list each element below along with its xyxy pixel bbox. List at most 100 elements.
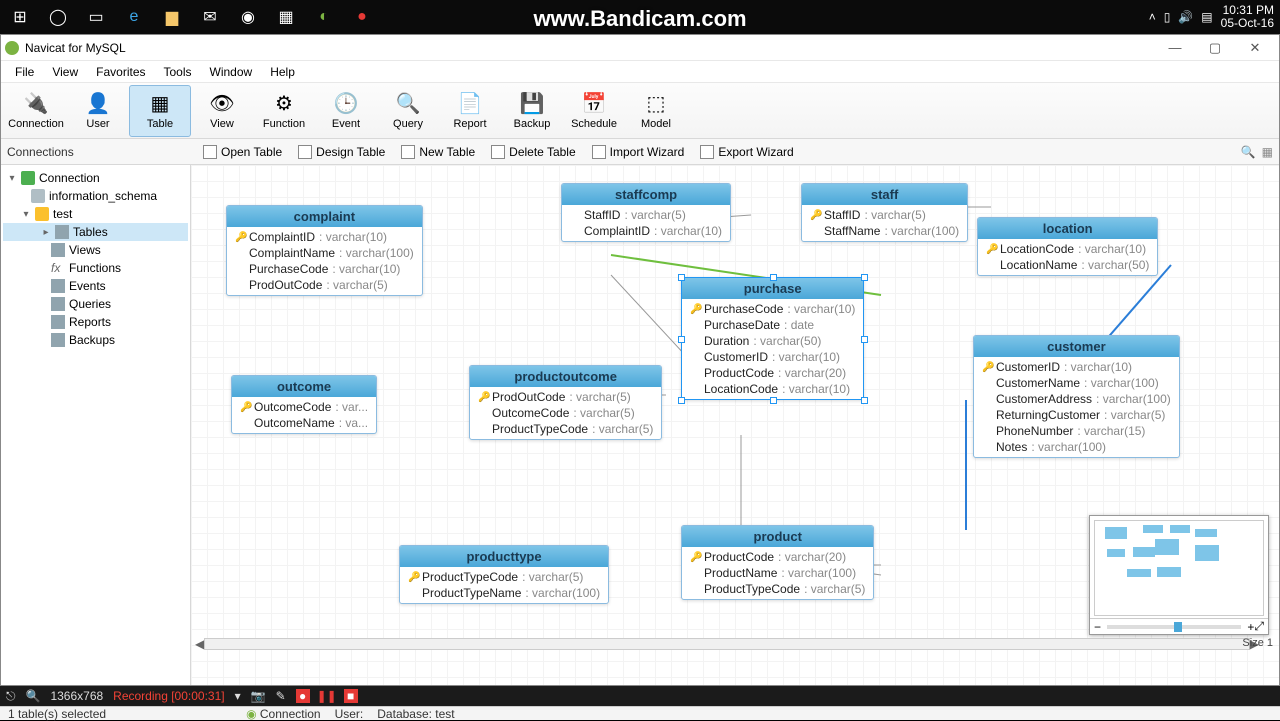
toolbar-backup[interactable]: 💾Backup bbox=[501, 85, 563, 137]
field-row[interactable]: LocationName : varchar(50) bbox=[978, 257, 1157, 273]
subtoolbar-import-wizard[interactable]: Import Wizard bbox=[584, 143, 693, 161]
subtoolbar-delete-table[interactable]: Delete Table bbox=[483, 143, 584, 161]
tree-queries[interactable]: Queries bbox=[3, 295, 188, 313]
field-row[interactable]: 🔑ComplaintID : varchar(10) bbox=[227, 229, 422, 245]
entity-header[interactable]: outcome bbox=[232, 376, 376, 397]
subtoolbar-new-table[interactable]: New Table bbox=[393, 143, 483, 161]
menu-tools[interactable]: Tools bbox=[156, 63, 200, 81]
selection-handle[interactable] bbox=[861, 336, 868, 343]
tree-backups[interactable]: Backups bbox=[3, 331, 188, 349]
mail-icon[interactable]: ✉ bbox=[196, 3, 224, 31]
entity-header[interactable]: staff bbox=[802, 184, 967, 205]
entity-customer[interactable]: customer🔑CustomerID : varchar(10)Custome… bbox=[973, 335, 1180, 458]
subtoolbar-open-table[interactable]: Open Table bbox=[195, 143, 290, 161]
field-row[interactable]: ProdOutCode : varchar(5) bbox=[227, 277, 422, 293]
tree-tables[interactable]: ▸Tables bbox=[3, 223, 188, 241]
hscrollbar[interactable]: ◀▶ bbox=[195, 637, 1259, 651]
minimap-expand-icon[interactable]: ⤢ bbox=[1254, 619, 1264, 634]
toolbar-event[interactable]: 🕒Event bbox=[315, 85, 377, 137]
zoom-out-icon[interactable]: − bbox=[1094, 620, 1101, 634]
menu-help[interactable]: Help bbox=[262, 63, 303, 81]
field-row[interactable]: 🔑ProductTypeCode : varchar(5) bbox=[400, 569, 608, 585]
toolbar-user[interactable]: 👤User bbox=[67, 85, 129, 137]
field-row[interactable]: 🔑PurchaseCode : varchar(10) bbox=[682, 301, 863, 317]
field-row[interactable]: StaffID : varchar(5) bbox=[562, 207, 730, 223]
edge-icon[interactable]: e bbox=[120, 3, 148, 31]
field-row[interactable]: ProductTypeCode : varchar(5) bbox=[470, 421, 661, 437]
minimize-button[interactable]: — bbox=[1155, 37, 1195, 59]
explorer-icon[interactable]: ▆ bbox=[158, 3, 186, 31]
zoom-slider[interactable] bbox=[1107, 625, 1241, 629]
selection-handle[interactable] bbox=[770, 274, 777, 281]
menu-view[interactable]: View bbox=[44, 63, 86, 81]
subtoolbar-design-table[interactable]: Design Table bbox=[290, 143, 393, 161]
entity-staff[interactable]: staff🔑StaffID : varchar(5)StaffName : va… bbox=[801, 183, 968, 242]
menu-file[interactable]: File bbox=[7, 63, 42, 81]
field-row[interactable]: 🔑LocationCode : varchar(10) bbox=[978, 241, 1157, 257]
rec-pen-icon[interactable]: ✎ bbox=[276, 689, 286, 703]
toolbar-view[interactable]: 👁View bbox=[191, 85, 253, 137]
subtoolbar-export-wizard[interactable]: Export Wizard bbox=[692, 143, 801, 161]
selection-handle[interactable] bbox=[678, 397, 685, 404]
cortana-icon[interactable]: ◯ bbox=[44, 3, 72, 31]
rec-record-icon[interactable]: ● bbox=[296, 689, 310, 703]
entity-header[interactable]: purchase bbox=[682, 278, 863, 299]
chrome-icon[interactable]: ◉ bbox=[234, 3, 262, 31]
entity-header[interactable]: product bbox=[682, 526, 873, 547]
entity-header[interactable]: complaint bbox=[227, 206, 422, 227]
selection-handle[interactable] bbox=[678, 336, 685, 343]
entity-product[interactable]: product🔑ProductCode : varchar(20)Product… bbox=[681, 525, 874, 600]
field-row[interactable]: Duration : varchar(50) bbox=[682, 333, 863, 349]
field-row[interactable]: 🔑OutcomeCode : var... bbox=[232, 399, 376, 415]
field-row[interactable]: ReturningCustomer : varchar(5) bbox=[974, 407, 1179, 423]
start-icon[interactable]: ⊞ bbox=[6, 3, 34, 31]
entity-header[interactable]: producttype bbox=[400, 546, 608, 567]
field-row[interactable]: ProductTypeCode : varchar(5) bbox=[682, 581, 873, 597]
tree-views[interactable]: Views bbox=[3, 241, 188, 259]
entity-location[interactable]: location 🔑LocationCode : varchar(10)Locat… bbox=[977, 217, 1158, 276]
entity-header[interactable]: location bbox=[978, 218, 1157, 239]
maximize-button[interactable]: ▢ bbox=[1195, 37, 1235, 59]
tree-events[interactable]: Events bbox=[3, 277, 188, 295]
field-row[interactable]: CustomerName : varchar(100) bbox=[974, 375, 1179, 391]
field-row[interactable]: LocationCode : varchar(10) bbox=[682, 381, 863, 397]
tray-up-icon[interactable]: ˄ bbox=[1149, 10, 1156, 24]
entity-producttype[interactable]: producttype 🔑ProductTypeCode : varchar(5)… bbox=[399, 545, 609, 604]
entity-header[interactable]: productoutcome bbox=[470, 366, 661, 387]
selection-handle[interactable] bbox=[770, 397, 777, 404]
field-row[interactable]: OutcomeName : va... bbox=[232, 415, 376, 431]
field-row[interactable]: Notes : varchar(100) bbox=[974, 439, 1179, 455]
store-icon[interactable]: ▦ bbox=[272, 3, 300, 31]
minimap[interactable]: − + ⤢ bbox=[1089, 515, 1269, 635]
entity-complaint[interactable]: complaint 🔑ComplaintID : varchar(10)Compl… bbox=[226, 205, 423, 296]
field-row[interactable]: ComplaintID : varchar(10) bbox=[562, 223, 730, 239]
selection-handle[interactable] bbox=[861, 397, 868, 404]
clock[interactable]: 10:31 PM 05-Oct-16 bbox=[1221, 4, 1274, 30]
field-row[interactable]: CustomerAddress : varchar(100) bbox=[974, 391, 1179, 407]
rec-zoom-icon[interactable]: 🔍 bbox=[26, 689, 41, 703]
field-row[interactable]: CustomerID : varchar(10) bbox=[682, 349, 863, 365]
rec-dropdown-icon[interactable]: ▾ bbox=[235, 689, 241, 703]
field-row[interactable]: ComplaintName : varchar(100) bbox=[227, 245, 422, 261]
toolbar-table[interactable]: ▦Table bbox=[129, 85, 191, 137]
taskview-icon[interactable]: ▭ bbox=[82, 3, 110, 31]
notes-icon[interactable]: ▤ bbox=[1201, 10, 1212, 24]
tree-connection[interactable]: ▾Connection bbox=[3, 169, 188, 187]
entity-productoutcome[interactable]: productoutcome 🔑ProdOutCode : varchar(5)O… bbox=[469, 365, 662, 440]
field-row[interactable]: PurchaseDate : date bbox=[682, 317, 863, 333]
diagram-canvas[interactable]: complaint🔑ComplaintID : varchar(10)Compl… bbox=[191, 165, 1279, 685]
rec-pause-icon[interactable]: ❚❚ bbox=[320, 689, 334, 703]
menu-window[interactable]: Window bbox=[202, 63, 261, 81]
field-row[interactable]: OutcomeCode : varchar(5) bbox=[470, 405, 661, 421]
field-row[interactable]: 🔑ProdOutCode : varchar(5) bbox=[470, 389, 661, 405]
tree-functions[interactable]: fxFunctions bbox=[3, 259, 188, 277]
rec-stop-icon[interactable]: ■ bbox=[344, 689, 358, 703]
navicat-taskbar-icon[interactable]: ◐ bbox=[310, 3, 338, 31]
toolbar-function[interactable]: ⚙Function bbox=[253, 85, 315, 137]
entity-header[interactable]: staffcomp bbox=[562, 184, 730, 205]
rec-tool-icon[interactable]: ⎋ bbox=[6, 689, 16, 704]
toolbar-report[interactable]: 📄Report bbox=[439, 85, 501, 137]
selection-handle[interactable] bbox=[678, 274, 685, 281]
battery-icon[interactable]: ▯ bbox=[1164, 10, 1171, 24]
toolbar-schedule[interactable]: 📅Schedule bbox=[563, 85, 625, 137]
